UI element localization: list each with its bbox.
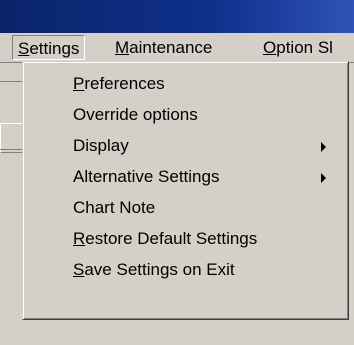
menu-item-chart-note[interactable]: Chart Note: [23, 192, 348, 223]
menu-item-save-settings-on-exit[interactable]: Save Settings on Exit: [23, 254, 348, 285]
toolbar-divider: [0, 149, 22, 150]
menu-maintenance-mnemonic: M: [115, 38, 130, 57]
menu-settings-mnemonic: S: [18, 39, 30, 58]
menu-item-label: references: [84, 74, 165, 93]
menu-option-mnemonic: O: [263, 38, 277, 57]
menu-item-mnemonic: R: [73, 229, 86, 248]
menu-item-override-options[interactable]: Override options: [23, 99, 348, 130]
menu-item-alternative-settings[interactable]: Alternative Settings: [23, 161, 348, 192]
menu-item-label: ave Settings on Exit: [84, 260, 235, 279]
menu-item-mnemonic: P: [73, 74, 85, 93]
menu-item-label: estore Default Settings: [85, 229, 258, 248]
title-bar: [0, 0, 354, 33]
menu-maintenance[interactable]: Maintenance: [110, 35, 217, 60]
menu-item-mnemonic: S: [73, 260, 85, 279]
settings-dropdown-menu: Preferences Override options Display Alt…: [22, 61, 349, 320]
menu-item-display[interactable]: Display: [23, 130, 348, 161]
menu-item-restore-default-settings[interactable]: Restore Default Settings: [23, 223, 348, 254]
menu-option-label: ption Sl: [276, 38, 333, 57]
menu-settings-label: ettings: [29, 39, 80, 58]
menu-bar: Settings Maintenance Option Sl: [0, 33, 354, 63]
menu-item-preferences[interactable]: Preferences: [23, 68, 348, 99]
menu-item-label: Chart Note: [73, 198, 156, 217]
menu-maintenance-label: aintenance: [129, 38, 213, 57]
submenu-arrow-icon: [321, 142, 326, 152]
menu-option[interactable]: Option Sl: [258, 35, 338, 60]
menu-item-label: Display: [73, 136, 129, 155]
submenu-arrow-icon: [321, 173, 326, 183]
menu-item-label: Override options: [73, 105, 198, 124]
menu-settings[interactable]: Settings: [12, 35, 86, 60]
menu-item-label: Alternative Settings: [73, 167, 220, 186]
toolbar-divider: [0, 81, 22, 82]
